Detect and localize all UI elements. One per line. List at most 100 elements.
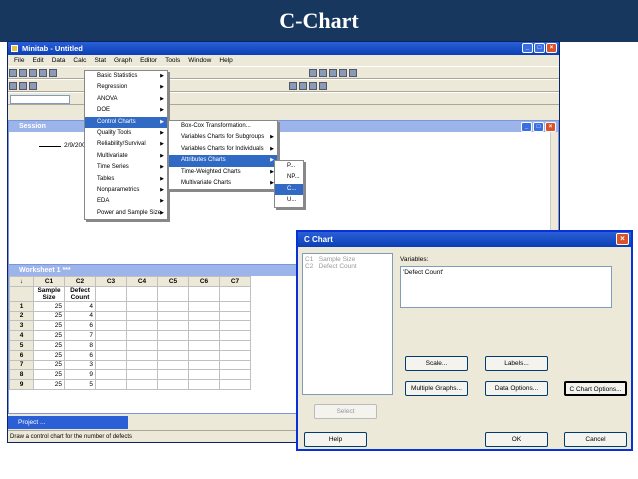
save-icon[interactable]	[19, 69, 27, 77]
maximize-button[interactable]: □	[534, 43, 545, 53]
menu-bar: File Edit Data Calc Stat Graph Editor To…	[8, 55, 559, 66]
menu-item-attributes-charts[interactable]: Attributes Charts ▶	[169, 155, 277, 167]
table-row: 7 25 3	[9, 359, 251, 371]
col-header[interactable]: C1	[33, 276, 65, 287]
menu-item[interactable]: Multivariate ▶	[85, 151, 167, 162]
attributes-charts-menu: P... NP... C... U...	[274, 160, 304, 208]
menu-item-np[interactable]: NP...	[275, 172, 303, 183]
menu-item[interactable]: Time Series ▶	[85, 162, 167, 173]
col-header[interactable]: C7	[219, 276, 251, 287]
menu-item[interactable]: Nonparametrics ▶	[85, 185, 167, 196]
menu-edit[interactable]: Edit	[32, 55, 43, 66]
session-close[interactable]: ×	[545, 122, 556, 132]
main-title: Minitab - Untitled	[22, 44, 83, 53]
column-icon[interactable]	[19, 82, 27, 90]
app-icon	[11, 45, 18, 52]
copy-icon[interactable]	[49, 69, 57, 77]
menu-item[interactable]: Tables ▶	[85, 174, 167, 185]
dialog-title: C Chart	[304, 235, 333, 244]
command-input[interactable]	[10, 95, 70, 104]
col-name[interactable]: Defect Count	[64, 285, 96, 302]
ok-button[interactable]: OK	[485, 432, 548, 447]
graph-icon[interactable]	[309, 69, 317, 77]
open-icon[interactable]	[9, 69, 17, 77]
col-header[interactable]: C6	[188, 276, 220, 287]
menu-item[interactable]: Power and Sample Size ▶	[85, 208, 167, 219]
worksheet-window: Worksheet 1 *** ↓ C1 C2 C3 C4 C5 C6 C7 Sample …	[8, 264, 305, 414]
menu-item[interactable]: Basic Statistics ▶	[85, 71, 167, 82]
help-button[interactable]: Help	[304, 432, 367, 447]
scale-button[interactable]: Scale...	[405, 356, 468, 371]
menu-editor[interactable]: Editor	[140, 55, 157, 66]
menu-item[interactable]: Time-Weighted Charts ▶	[169, 167, 277, 178]
menu-item-box-cox[interactable]: Box-Cox Transformation...	[169, 121, 277, 132]
sheet-icon[interactable]	[319, 69, 327, 77]
table-row: 3 25 6	[9, 320, 251, 332]
menu-item[interactable]: Reliability/Survival ▶	[85, 139, 167, 150]
ellipse-icon[interactable]	[319, 82, 327, 90]
menu-item[interactable]: DOE ▶	[85, 105, 167, 116]
dialog-title-bar: C Chart ×	[298, 232, 631, 247]
menu-file[interactable]: File	[14, 55, 24, 66]
col-header[interactable]: C5	[157, 276, 189, 287]
menu-item[interactable]: Variables Charts for Individuals ▶	[169, 144, 277, 155]
close-button[interactable]: ×	[546, 43, 557, 53]
data-options-button[interactable]: Data Options...	[485, 381, 548, 396]
menu-help[interactable]: Help	[219, 55, 232, 66]
variables-label: Variables:	[400, 256, 429, 263]
session-date: 2/9/200	[64, 142, 86, 149]
session-minimize[interactable]: _	[521, 122, 532, 132]
table-row: 8 25 9	[9, 369, 251, 381]
variables-input[interactable]: 'Defect Count'	[400, 266, 612, 308]
main-title-bar: Minitab - Untitled _ □ ×	[8, 42, 559, 55]
menu-item-u[interactable]: U...	[275, 195, 303, 206]
select-button[interactable]: Select	[314, 404, 377, 419]
menu-item-c[interactable]: C...	[275, 183, 303, 196]
rect-icon[interactable]	[309, 82, 317, 90]
menu-graph[interactable]: Graph	[114, 55, 132, 66]
menu-item-control-charts[interactable]: Control Charts ▶	[85, 116, 167, 128]
menu-tools[interactable]: Tools	[165, 55, 180, 66]
menu-item[interactable]: ANOVA ▶	[85, 94, 167, 105]
pointer-icon[interactable]	[289, 82, 297, 90]
row-icon[interactable]	[9, 82, 17, 90]
info-icon[interactable]	[339, 69, 347, 77]
text-icon[interactable]	[299, 82, 307, 90]
minimize-button[interactable]: _	[522, 43, 533, 53]
session-maximize[interactable]: □	[533, 122, 544, 132]
col-header[interactable]: C3	[95, 276, 127, 287]
c-chart-dialog: C Chart × C1 Sample Size C2 Defect Count …	[296, 230, 633, 451]
history-icon[interactable]	[349, 69, 357, 77]
list-item[interactable]: C2 Defect Count	[305, 263, 390, 270]
col-name[interactable]: Sample Size	[33, 285, 65, 302]
table-row: 1 25 4	[9, 300, 251, 312]
c-chart-options-button[interactable]: C Chart Options...	[564, 381, 627, 396]
labels-button[interactable]: Labels...	[485, 356, 548, 371]
menu-data[interactable]: Data	[52, 55, 66, 66]
multiple-graphs-button[interactable]: Multiple Graphs...	[405, 381, 468, 396]
menu-item-p[interactable]: P...	[275, 161, 303, 172]
dialog-close-icon[interactable]: ×	[616, 233, 629, 245]
cut-icon[interactable]	[39, 69, 47, 77]
menu-item[interactable]: Variables Charts for Subgroups ▶	[169, 132, 277, 143]
worksheet-title-bar: Worksheet 1 ***	[9, 265, 304, 276]
col-header[interactable]: C2	[64, 276, 96, 287]
menu-stat[interactable]: Stat	[94, 55, 106, 66]
slide-title: C-Chart	[0, 0, 638, 42]
column-list[interactable]: C1 Sample Size C2 Defect Count	[302, 253, 393, 395]
menu-item[interactable]: Regression ▶	[85, 82, 167, 93]
menu-calc[interactable]: Calc	[73, 55, 86, 66]
menu-item[interactable]: Multivariate Charts ▶	[169, 178, 277, 189]
print-icon[interactable]	[29, 69, 37, 77]
worksheet-grid[interactable]: ↓ C1 C2 C3 C4 C5 C6 C7 Sample Size Defect Count…	[9, 276, 251, 390]
project-manager-bar[interactable]: Project ...	[8, 416, 128, 429]
table-row: 2 25 4	[9, 310, 251, 322]
cancel-button[interactable]: Cancel	[564, 432, 627, 447]
list-item[interactable]: C1 Sample Size	[305, 256, 390, 263]
col-header[interactable]: C4	[126, 276, 158, 287]
menu-item[interactable]: EDA ▶	[85, 196, 167, 207]
menu-item[interactable]: Quality Tools ▶	[85, 128, 167, 139]
menu-window[interactable]: Window	[188, 55, 211, 66]
sort-icon[interactable]	[29, 82, 37, 90]
session-icon[interactable]	[329, 69, 337, 77]
